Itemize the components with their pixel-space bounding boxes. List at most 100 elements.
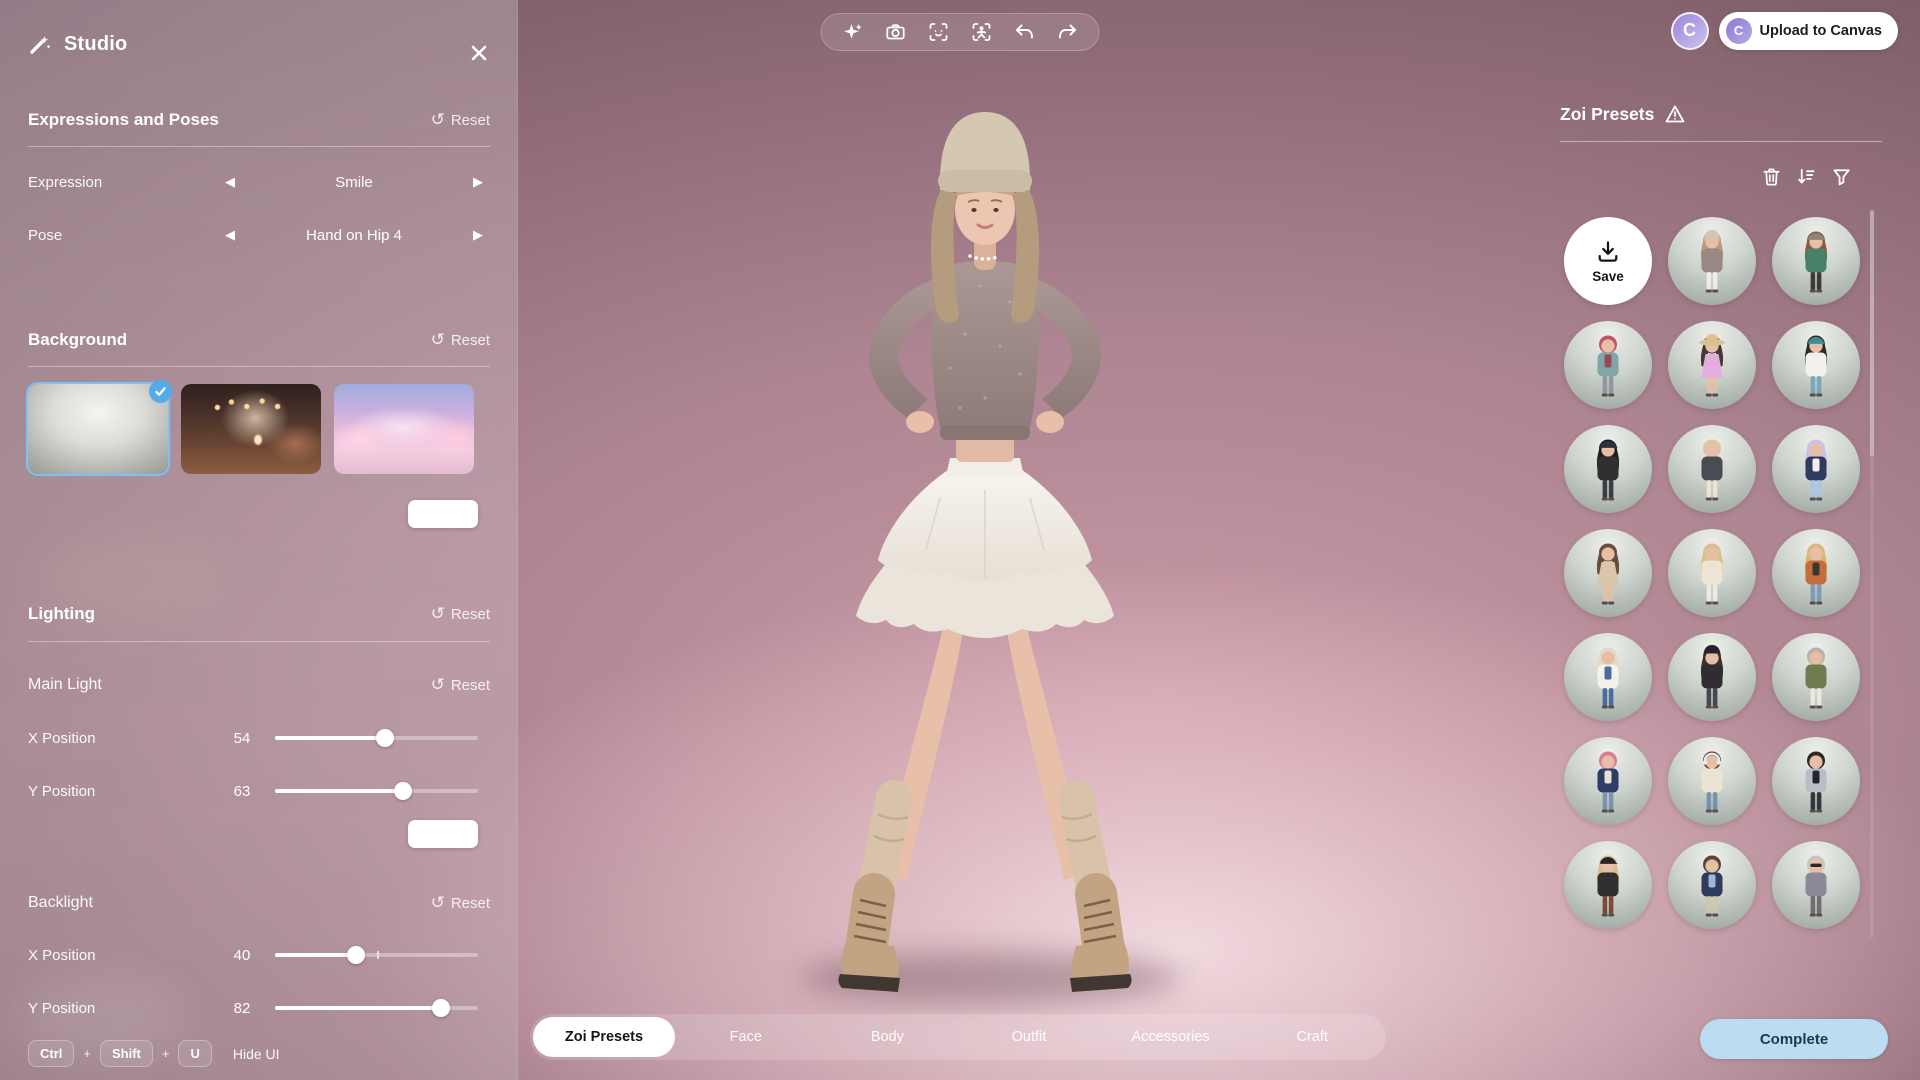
- presets-panel-title: Zoi Presets: [1560, 104, 1654, 125]
- backlight-y-slider[interactable]: [275, 999, 478, 1017]
- tab-body[interactable]: Body: [817, 1017, 959, 1057]
- studio-screen: Studio Expressions and Poses ↺ Reset Exp…: [0, 0, 1920, 1080]
- filter-icon[interactable]: [1831, 166, 1852, 187]
- save-button-label: Save: [1592, 269, 1624, 284]
- preset-headphones-cream-sweatshirt[interactable]: [1668, 737, 1756, 825]
- redo-icon[interactable]: [1057, 21, 1079, 43]
- key-chip-shift: Shift: [100, 1040, 153, 1067]
- main-light-x-value: 54: [218, 730, 266, 747]
- face-capture-icon[interactable]: [928, 21, 950, 43]
- preset-beige-dress-white-sleeves[interactable]: [1564, 529, 1652, 617]
- close-icon[interactable]: [462, 36, 496, 70]
- slider-knob[interactable]: [376, 729, 394, 747]
- slider-knob[interactable]: [394, 782, 412, 800]
- pose-label: Pose: [28, 227, 62, 244]
- main-light-color-swatch[interactable]: [408, 820, 478, 848]
- pose-next-arrow[interactable]: ▶: [466, 227, 490, 243]
- expression-prev-arrow[interactable]: ◀: [218, 174, 242, 190]
- slider-default-tick: [377, 951, 379, 959]
- main-light-y-value: 63: [218, 783, 266, 800]
- body-capture-icon[interactable]: [971, 21, 993, 43]
- lighting-reset-button[interactable]: ↺ Reset: [431, 606, 490, 623]
- slider-knob[interactable]: [347, 946, 365, 964]
- background-thumb-cozy-room[interactable]: [181, 384, 321, 474]
- main-light-x-slider[interactable]: [275, 729, 478, 747]
- preset-pink-hair-navy-varsity-jacket[interactable]: [1564, 737, 1652, 825]
- backlight-x-label: X Position: [28, 947, 96, 964]
- preset-brown-bob-navy-blazer[interactable]: [1668, 841, 1756, 929]
- tab-craft[interactable]: Craft: [1241, 1017, 1383, 1057]
- background-thumbnails: [28, 384, 474, 474]
- save-preset-button[interactable]: Save: [1564, 217, 1652, 305]
- delete-icon[interactable]: [1761, 166, 1782, 187]
- preset-scrollbar-thumb[interactable]: [1870, 210, 1874, 456]
- panel-title: Studio: [64, 33, 127, 56]
- preset-gray-curls-olive-patch-jacket[interactable]: [1772, 633, 1860, 721]
- preset-teal-cap-white-tee[interactable]: [1772, 321, 1860, 409]
- preset-navy-cap-black-layered-outfit[interactable]: [1564, 425, 1652, 513]
- sort-descending-icon[interactable]: [1796, 166, 1817, 187]
- studio-panel: Studio Expressions and Poses ↺ Reset Exp…: [0, 0, 518, 1080]
- tab-zoi-presets[interactable]: Zoi Presets: [533, 1017, 675, 1057]
- reset-icon: ↺: [431, 331, 445, 348]
- preset-blonde-buzzcut-dark-bomber[interactable]: [1668, 425, 1756, 513]
- divider: [28, 146, 490, 147]
- expression-next-arrow[interactable]: ▶: [466, 174, 490, 190]
- preset-scrollbar[interactable]: [1870, 210, 1874, 938]
- tab-outfit[interactable]: Outfit: [958, 1017, 1100, 1057]
- backlight-x-value: 40: [218, 947, 266, 964]
- canvas-app-badge[interactable]: C: [1671, 12, 1709, 50]
- tab-face[interactable]: Face: [675, 1017, 817, 1057]
- reset-icon: ↺: [431, 111, 445, 128]
- preset-silver-hair-sunglasses-windbreaker[interactable]: [1772, 841, 1860, 929]
- preset-straw-hat-pink-dress[interactable]: [1668, 321, 1756, 409]
- complete-button[interactable]: Complete: [1700, 1019, 1888, 1059]
- undo-icon[interactable]: [1014, 21, 1036, 43]
- pose-prev-arrow[interactable]: ◀: [218, 227, 242, 243]
- preset-black-crop-gray-shimmer-jacket[interactable]: [1772, 737, 1860, 825]
- hide-ui-shortcut: Ctrl+Shift+U Hide UI: [28, 1040, 280, 1067]
- main-light-y-label: Y Position: [28, 783, 95, 800]
- hide-ui-label: Hide UI: [233, 1046, 280, 1062]
- sparkles-icon[interactable]: [842, 21, 864, 43]
- character-preview[interactable]: [790, 98, 1180, 1008]
- preset-lavender-pigtails-navy-jacket[interactable]: [1772, 425, 1860, 513]
- background-thumb-pink-sky[interactable]: [334, 384, 474, 474]
- preset-black-cap-black-tee-leather-pants[interactable]: [1564, 841, 1652, 929]
- slider-knob[interactable]: [432, 999, 450, 1017]
- expressions-reset-button[interactable]: ↺ Reset: [431, 112, 490, 129]
- tab-accessories[interactable]: Accessories: [1100, 1017, 1242, 1057]
- main-light-y-slider[interactable]: [275, 782, 478, 800]
- background-thumb-studio-backdrop[interactable]: [28, 384, 168, 474]
- backlight-y-label: Y Position: [28, 1000, 95, 1017]
- lighting-section-title: Lighting: [28, 604, 95, 624]
- preset-beanie-gray-sweater-white-skirt[interactable]: [1668, 217, 1756, 305]
- backlight-y-value: 82: [218, 1000, 266, 1017]
- category-tab-bar: Zoi PresetsFaceBodyOutfitAccessoriesCraf…: [530, 1014, 1386, 1060]
- backlight-title: Backlight: [28, 894, 93, 912]
- backlight-x-slider[interactable]: [275, 946, 478, 964]
- divider: [1560, 141, 1882, 142]
- warning-icon[interactable]: [1664, 103, 1686, 125]
- background-color-swatch[interactable]: [408, 500, 478, 528]
- preset-pink-hair-colorblock-jacket[interactable]: [1564, 321, 1652, 409]
- main-light-reset-button[interactable]: ↺ Reset: [431, 677, 490, 694]
- magic-wand-icon: [28, 32, 52, 56]
- reset-icon: ↺: [431, 894, 445, 911]
- shortcut-plus: +: [83, 1046, 91, 1061]
- preset-grid: Save: [1564, 217, 1860, 929]
- background-reset-button[interactable]: ↺ Reset: [431, 332, 490, 349]
- download-icon: [1595, 239, 1621, 265]
- canvas-logo-icon: C: [1726, 18, 1752, 44]
- preset-orange-overshirt-denim[interactable]: [1772, 529, 1860, 617]
- preset-black-beret-black-coat[interactable]: [1668, 633, 1756, 721]
- divider: [28, 641, 490, 642]
- preset-green-jacket-gray-cap[interactable]: [1772, 217, 1860, 305]
- preset-cream-cardigan-navy-trim[interactable]: [1668, 529, 1756, 617]
- camera-icon[interactable]: [885, 21, 907, 43]
- key-chip-ctrl: Ctrl: [28, 1040, 74, 1067]
- upload-to-canvas-button[interactable]: C Upload to Canvas: [1719, 12, 1898, 50]
- preset-platinum-waves-white-jacket-blue-dress[interactable]: [1564, 633, 1652, 721]
- key-chip-u: U: [178, 1040, 211, 1067]
- backlight-reset-button[interactable]: ↺ Reset: [431, 895, 490, 912]
